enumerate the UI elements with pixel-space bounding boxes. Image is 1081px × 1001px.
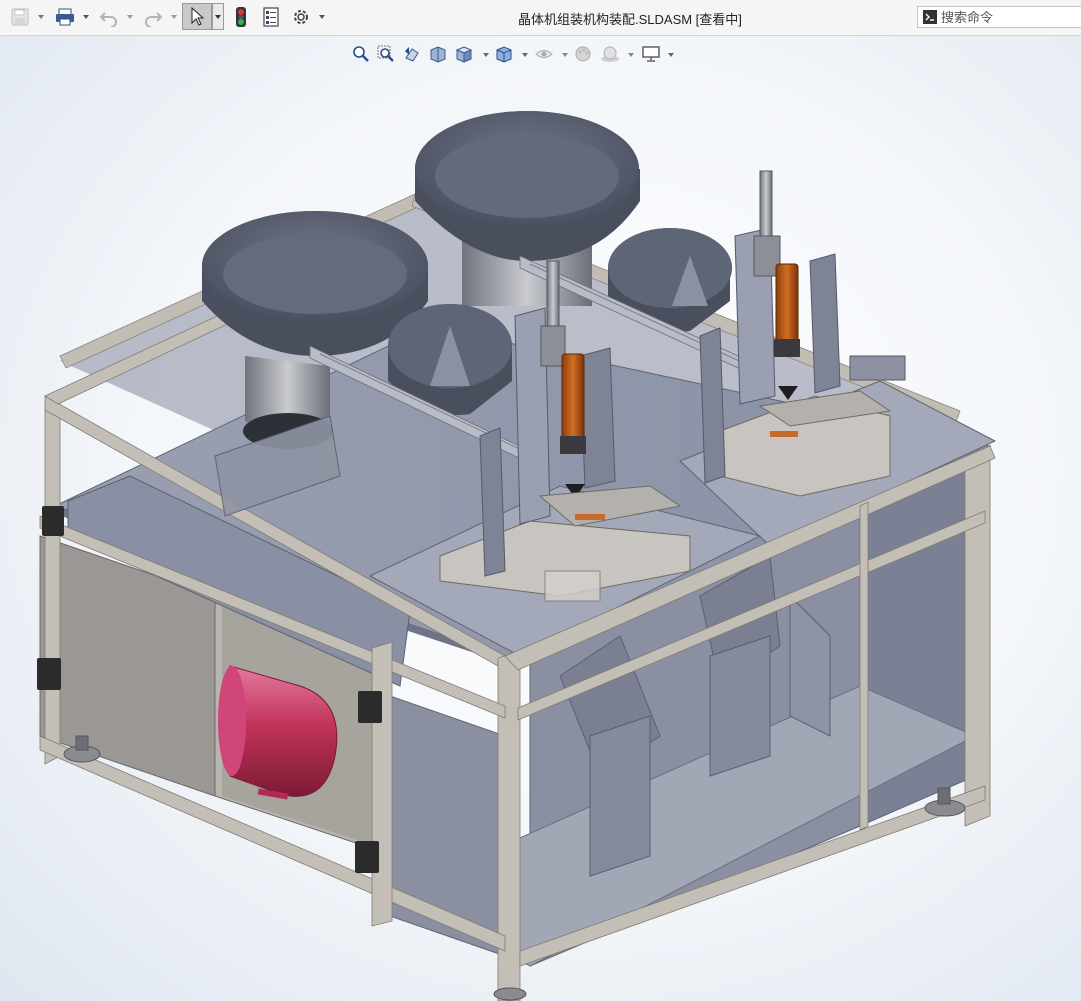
graphics-viewport[interactable]: [0, 36, 1081, 1001]
search-input[interactable]: [937, 9, 1075, 25]
save-dropdown-caret-icon[interactable]: [37, 13, 45, 21]
print-icon[interactable]: [52, 5, 78, 29]
options-gear-icon[interactable]: [289, 5, 313, 29]
window-title: 晶体机组装机构装配.SLDASM [查看中]: [518, 12, 742, 27]
undo-icon[interactable]: [97, 5, 121, 29]
redo-dropdown-caret-icon[interactable]: [170, 13, 178, 21]
undo-dropdown-caret-icon[interactable]: [126, 13, 134, 21]
save-icon[interactable]: [8, 5, 32, 29]
command-prompt-icon: [923, 10, 937, 24]
traffic-light-rebuild-icon[interactable]: [231, 5, 251, 29]
print-dropdown-caret-icon[interactable]: [82, 13, 90, 21]
select-pointer-icon[interactable]: [182, 3, 212, 30]
command-toolbar: 晶体机组装机构装配.SLDASM [查看中]: [0, 0, 1081, 36]
assembly-3d-model[interactable]: [0, 36, 1081, 1001]
search-commands-box[interactable]: [917, 6, 1081, 28]
redo-icon[interactable]: [141, 5, 165, 29]
select-dropdown-caret-icon[interactable]: [212, 3, 224, 30]
file-properties-icon[interactable]: [259, 5, 283, 29]
options-dropdown-caret-icon[interactable]: [318, 13, 326, 21]
